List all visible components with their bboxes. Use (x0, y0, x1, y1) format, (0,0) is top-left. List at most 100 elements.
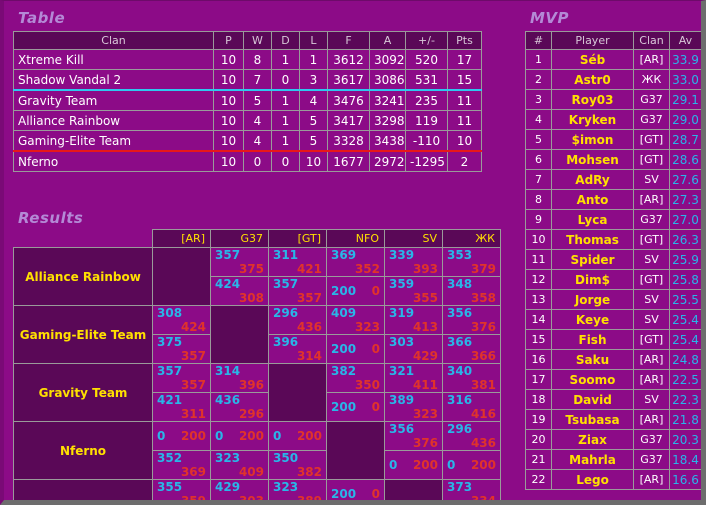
mvp-row[interactable]: 14 Keye SV 25.4 (525, 309, 701, 330)
mvp-clan-tag: [AR] (633, 189, 670, 210)
mvp-rank: 16 (525, 349, 552, 370)
results-blank-cell (384, 479, 443, 500)
results-row-leg1[interactable]: Gaming-Elite Team 308 424 296 436 409 323 319 4… (13, 305, 501, 364)
results-score-cell-leg2: 200 0 (326, 276, 385, 306)
mvp-row[interactable]: 1 Séb [AR] 33.9 (525, 49, 701, 70)
mvp-row[interactable]: 9 Lyca G37 27.0 (525, 209, 701, 230)
results-score-cell-leg2: 0 200 (384, 450, 443, 480)
results-row-leg1[interactable]: Alliance Rainbow 357 375 311 421 369 352 339 39… (13, 247, 501, 306)
standings-drawn: 1 (271, 110, 300, 131)
results-score-home: 296 (273, 306, 299, 320)
mvp-row[interactable]: 13 Jorge SV 25.5 (525, 289, 701, 310)
mvp-row[interactable]: 16 Saku [AR] 24.8 (525, 349, 701, 370)
mvp-rank: 17 (525, 369, 552, 390)
results-score-away: 379 (470, 262, 496, 276)
mvp-row[interactable]: 12 Dim$ [GT] 25.8 (525, 269, 701, 290)
mvp-row[interactable]: 21 Mahrla G37 18.4 (525, 449, 701, 470)
mvp-average: 33.9 (669, 49, 701, 70)
mvp-clan-tag: SV (633, 309, 670, 330)
mvp-rank: 3 (525, 89, 552, 110)
results-score-home: 0 (389, 458, 398, 472)
results-score-home: 340 (447, 364, 473, 378)
results-score-away: 311 (180, 407, 206, 421)
standings-goal-diff: 119 (405, 110, 448, 131)
mvp-row[interactable]: 6 Mohsen [GT] 28.6 (525, 149, 701, 170)
mvp-col-clan: Clan (633, 31, 670, 50)
standings-drawn: 1 (271, 89, 300, 111)
mvp-row[interactable]: 22 Lego [AR] 16.6 (525, 469, 701, 490)
mvp-row[interactable]: 5 $imon [GT] 28.7 (525, 129, 701, 150)
standings-title: Table (18, 9, 66, 27)
mvp-row[interactable]: 4 Kryken G37 29.0 (525, 109, 701, 130)
results-score-away: 0 (371, 400, 380, 414)
table-row[interactable]: Nferno 10 0 0 10 1677 2972 -1295 2 (13, 150, 482, 172)
results-row-leg1[interactable]: Shadow Vandal 23553594293033233892000 37… (13, 479, 501, 500)
standings-won: 5 (243, 89, 272, 111)
results-score-cell-leg1: 323 389 (268, 479, 327, 500)
results-score-away: 409 (238, 465, 264, 479)
mvp-player-name: Saku (551, 349, 634, 370)
mvp-body: 1 Séb [AR] 33.9 2 Astr0 ЖК 33.0 3 Roy03 G37 29.1 4 Kr… (525, 49, 701, 490)
mvp-player-name: Jorge (551, 289, 634, 310)
mvp-average: 25.4 (669, 329, 701, 350)
standings-against: 3086 (369, 69, 406, 91)
standings-won: 8 (243, 49, 272, 70)
mvp-clan-tag: [AR] (633, 469, 670, 490)
results-score-away: 413 (412, 320, 438, 334)
table-row[interactable]: Alliance Rainbow 10 4 1 5 3417 3298 119 11 (13, 110, 482, 131)
results-score-away: 436 (470, 436, 496, 450)
mvp-row[interactable]: 11 Spider SV 25.9 (525, 249, 701, 270)
mvp-row[interactable]: 15 Fish [GT] 25.4 (525, 329, 701, 350)
mvp-row[interactable]: 2 Astr0 ЖК 33.0 (525, 69, 701, 90)
results-score-away: 323 (354, 320, 380, 334)
table-row[interactable]: Gravity Team 10 5 1 4 3476 3241 235 11 (13, 89, 482, 111)
results-score-home: 366 (447, 335, 473, 349)
results-score-home: 316 (447, 393, 473, 407)
standings-goal-diff: -110 (405, 130, 448, 152)
results-score-away: 393 (412, 262, 438, 276)
page-root: Table Clan P W D L F A +/- Pts Xtreme Kill 10 8 1 1 3… (0, 0, 706, 505)
standings-against: 2972 (369, 150, 406, 172)
mvp-row[interactable]: 19 Tsubasa [AR] 21.8 (525, 409, 701, 430)
mvp-row[interactable]: 3 Roy03 G37 29.1 (525, 89, 701, 110)
standings-drawn: 1 (271, 130, 300, 152)
table-row[interactable]: Gaming-Elite Team 10 4 1 5 3328 3438 -110 10 (13, 130, 482, 152)
mvp-row[interactable]: 17 Soomo [AR] 22.5 (525, 369, 701, 390)
results-score-away: 424 (180, 320, 206, 334)
results-score-cell-leg2: 396 314 (268, 334, 327, 364)
results-score-cell-leg1: 356 376 (442, 305, 501, 335)
mvp-player-name: Anto (551, 189, 634, 210)
results-score-away: 357 (180, 378, 206, 392)
mvp-row[interactable]: 10 Thomas [GT] 26.3 (525, 229, 701, 250)
table-row[interactable]: Xtreme Kill 10 8 1 1 3612 3092 520 17 (13, 49, 482, 70)
results-score-home: 296 (447, 422, 473, 436)
mvp-player-name: Soomo (551, 369, 634, 390)
results-score-away: 369 (180, 465, 206, 479)
results-score-away: 200 (412, 458, 438, 472)
results-row-leg1[interactable]: Gravity Team 357 357 314 396 382 350 321 411 340… (13, 363, 501, 422)
results-score-away: 308 (238, 291, 264, 305)
results-col-ar: [AR] (152, 229, 211, 248)
results-score-home: 421 (157, 393, 183, 407)
mvp-clan-tag: [AR] (633, 349, 670, 370)
standings-goal-diff: 235 (405, 89, 448, 111)
mvp-row[interactable]: 20 Ziax G37 20.3 (525, 429, 701, 450)
results-row-leg1[interactable]: Nferno 0 200 0 200 0 200 356 376 296 436 (13, 421, 501, 480)
results-row-label: Gravity Team (13, 363, 153, 422)
mvp-average: 25.4 (669, 309, 701, 330)
results-score-away: 381 (470, 378, 496, 392)
results-score-home: 348 (447, 277, 473, 291)
results-score-home: 303 (389, 335, 415, 349)
results-score-away: 200 (296, 429, 322, 443)
table-row[interactable]: Shadow Vandal 2 10 7 0 3 3617 3086 531 15 (13, 69, 482, 91)
mvp-rank: 20 (525, 429, 552, 450)
mvp-row[interactable]: 7 AdRy SV 27.6 (525, 169, 701, 190)
mvp-row[interactable]: 18 David SV 22.3 (525, 389, 701, 410)
standings-points: 10 (447, 130, 482, 152)
results-score-home: 429 (215, 480, 241, 494)
mvp-average: 25.5 (669, 289, 701, 310)
mvp-rank: 8 (525, 189, 552, 210)
mvp-rank: 18 (525, 389, 552, 410)
mvp-average: 22.5 (669, 369, 701, 390)
mvp-row[interactable]: 8 Anto [AR] 27.3 (525, 189, 701, 210)
